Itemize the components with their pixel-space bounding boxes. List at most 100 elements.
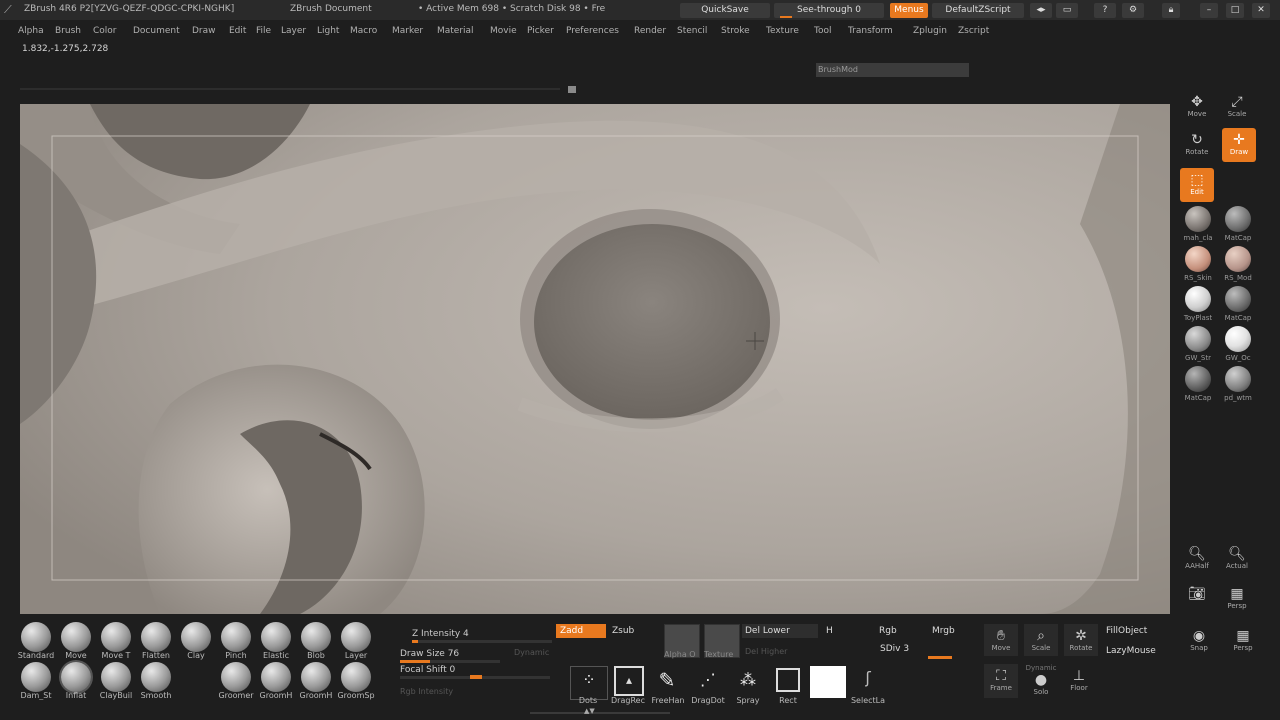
material-swatch[interactable] [1225,326,1251,352]
drag-dot-stroke-icon[interactable]: ⋰ [694,666,722,694]
aahalf-button[interactable]: 🔍︎ AAHalf [1180,542,1214,576]
menu-brush[interactable]: Brush [55,26,81,36]
brush-groomhairlong-icon[interactable] [301,662,331,692]
material-swatch[interactable] [1185,326,1211,352]
material-swatch[interactable] [1185,246,1211,272]
dynamic-label[interactable]: Dynamic [514,648,549,657]
arrows-icon[interactable]: ◂▸ [1030,3,1052,18]
brush-claybuildup-icon[interactable] [101,662,131,692]
draw-size-track[interactable] [400,660,500,663]
quicksave-button[interactable]: QuickSave [680,3,770,18]
brush-layer-icon[interactable] [341,622,371,652]
menus-toggle[interactable]: Menus [890,3,928,18]
move-button[interactable]: ✥ Move [1180,90,1214,124]
rgb-intensity-slider[interactable]: Rgb Intensity [400,687,453,696]
see-through-slider[interactable]: See-through 0 [774,3,884,18]
menu-zplugin[interactable]: Zplugin [913,26,947,36]
focal-shift-handle[interactable] [470,675,482,679]
brush-smooth-icon[interactable] [141,662,171,692]
del-higher-button[interactable]: Del Higher [745,647,787,656]
menu-macro[interactable]: Macro [350,26,377,36]
menu-edit[interactable]: Edit [229,26,246,36]
sculpt-surface[interactable] [20,104,1170,614]
top-slider-handle[interactable] [568,86,576,93]
menu-color[interactable]: Color [93,26,117,36]
menu-material[interactable]: Material [437,26,474,36]
close-icon[interactable]: ✕ [1252,3,1270,18]
menu-draw[interactable]: Draw [192,26,216,36]
brush-standard-icon[interactable] [21,622,51,652]
fill-object-button[interactable]: FillObject [1106,626,1147,636]
brush-pinch-icon[interactable] [221,622,251,652]
zsub-toggle[interactable]: Zsub [612,626,634,636]
material-swatch[interactable] [1185,366,1211,392]
material-swatch[interactable] [1225,206,1251,232]
camera-button[interactable]: 📷︎ [1180,582,1214,616]
focal-shift-track[interactable] [400,675,550,679]
menu-file[interactable]: File [256,26,271,36]
solo-button[interactable]: Dynamic ● Solo [1024,664,1058,698]
brush-move-topological-icon[interactable] [101,622,131,652]
menu-zscript[interactable]: Zscript [958,26,989,36]
minimize-icon[interactable]: – [1200,3,1218,18]
menu-render[interactable]: Render [634,26,666,36]
persp-button[interactable]: ▦ Persp [1220,582,1254,616]
material-swatch[interactable] [1225,366,1251,392]
brush-flatten-icon[interactable] [141,622,171,652]
menu-document[interactable]: Document [133,26,180,36]
dots-stroke-icon[interactable]: ⁘ [570,666,608,700]
menu-tool[interactable]: Tool [814,26,831,36]
scale-button[interactable]: ⤢ Scale [1220,90,1254,124]
rgb-toggle[interactable]: Rgb [879,626,897,636]
zadd-toggle[interactable]: Zadd [556,624,606,638]
brush-groomhairball-icon[interactable] [261,662,291,692]
brush-elastic-icon[interactable] [261,622,291,652]
brush-groomspike-icon[interactable] [341,662,371,692]
bottom-scroll-track[interactable] [530,712,670,714]
menu-picker[interactable]: Picker [527,26,554,36]
edit-button[interactable]: ⬚ Edit [1180,168,1214,202]
draw-button[interactable]: ✛ Draw [1222,128,1256,162]
material-swatch[interactable] [1225,246,1251,272]
menu-layer[interactable]: Layer [281,26,306,36]
menu-light[interactable]: Light [317,26,339,36]
brush-clay-icon[interactable] [181,622,211,652]
menu-movie[interactable]: Movie [490,26,517,36]
sdiv-slider[interactable]: SDiv 3 [880,644,909,654]
scale-bottom-button[interactable]: ⌕ Scale [1024,624,1058,656]
menu-stroke[interactable]: Stroke [721,26,750,36]
move-bottom-button[interactable]: ✋︎ Move [984,624,1018,656]
material-swatch[interactable] [1225,286,1251,312]
z-intensity-slider[interactable]: Z Intensity 4 [412,629,469,639]
brush-dam-standard-icon[interactable] [21,662,51,692]
snap-button[interactable]: ◉ Snap [1182,624,1216,658]
material-swatch[interactable] [1185,206,1211,232]
floor-button[interactable]: ⊥ Floor [1062,664,1096,698]
main-color-swatch[interactable] [810,666,846,698]
brush-blob-icon[interactable] [301,622,331,652]
actual-button[interactable]: 🔍︎ Actual [1220,542,1254,576]
brushmod-slider[interactable]: BrushMod [816,63,969,77]
menu-transform[interactable]: Transform [848,26,893,36]
focal-shift-slider[interactable]: Focal Shift 0 [400,665,455,675]
menu-texture[interactable]: Texture [766,26,799,36]
menu-alpha[interactable]: Alpha [18,26,44,36]
menu-stencil[interactable]: Stencil [677,26,707,36]
freehand-stroke-icon[interactable]: ✎ [652,666,682,694]
rotate-button[interactable]: ↻ Rotate [1180,128,1214,162]
chevron-up-icon[interactable]: ▲▼ [584,707,595,715]
frame-button[interactable]: ⛶ Frame [984,664,1018,698]
z-intensity-track[interactable] [412,640,552,643]
brush-inflat-icon[interactable] [61,662,91,692]
brush-move-icon[interactable] [61,622,91,652]
rotate-bottom-button[interactable]: ✲ Rotate [1064,624,1098,656]
help-icon[interactable]: ? [1094,3,1116,18]
document-canvas[interactable] [20,104,1170,614]
draw-size-slider[interactable]: Draw Size 76 [400,649,459,659]
menu-marker[interactable]: Marker [392,26,423,36]
default-zscript-button[interactable]: DefaultZScript [932,3,1024,18]
higher-subdivision-button[interactable]: H [826,626,833,636]
layout-icon[interactable]: ▭ [1056,3,1078,18]
drag-rect-stroke-icon[interactable]: ▴ [614,666,644,696]
material-swatch[interactable] [1185,286,1211,312]
